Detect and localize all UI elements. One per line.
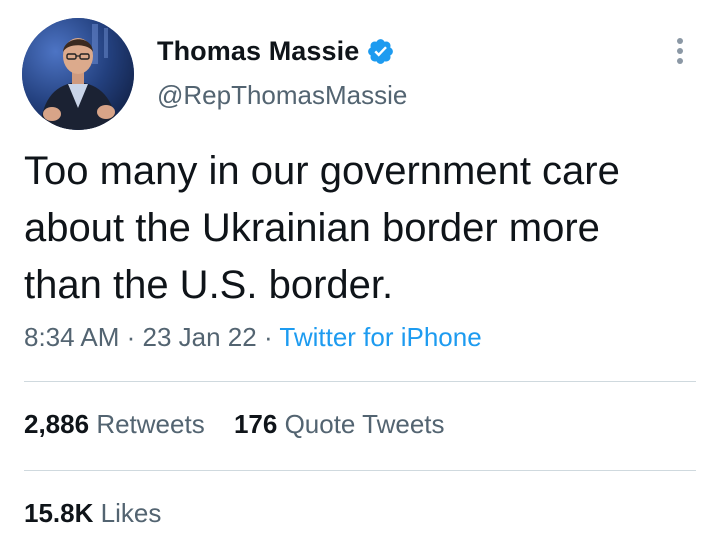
tweet-date[interactable]: 23 Jan 22 <box>143 322 257 352</box>
quote-tweets-stat[interactable]: 176 Quote Tweets <box>234 409 445 440</box>
avatar-photo <box>22 18 134 130</box>
retweets-label: Retweets <box>96 409 205 439</box>
retweets-count: 2,886 <box>24 409 90 439</box>
likes-label: Likes <box>100 498 162 528</box>
retweets-stat[interactable]: 2,886 Retweets <box>24 409 205 440</box>
author-handle[interactable]: @RepThomasMassie <box>157 80 407 111</box>
tweet-text-line: about the Ukrainian border more <box>24 206 600 250</box>
tweet-text: Too many in our government care about th… <box>24 143 704 314</box>
likes-stat[interactable]: 15.8K Likes <box>24 498 161 529</box>
meta-separator: · <box>119 322 143 352</box>
more-options-icon[interactable] <box>670 36 690 68</box>
tweet-text-line: Too many in our government care <box>24 149 620 193</box>
meta-separator: · <box>256 322 280 352</box>
divider <box>24 470 696 471</box>
tweet-metadata: 8:34 AM · 23 Jan 22 · Twitter for iPhone <box>24 322 482 353</box>
quote-tweets-count: 176 <box>233 409 278 439</box>
divider <box>24 381 696 382</box>
author-display-name[interactable]: Thomas Massie <box>157 36 359 67</box>
likes-count: 15.8K <box>24 498 94 528</box>
verified-badge-icon <box>366 37 395 66</box>
tweet-time[interactable]: 8:34 AM <box>24 322 119 352</box>
tweet-source-link[interactable]: Twitter for iPhone <box>279 322 481 352</box>
avatar[interactable] <box>22 18 134 130</box>
engagement-stats: 2,886 Retweets 176 Quote Tweets <box>24 409 467 440</box>
author-name-row[interactable]: Thomas Massie <box>157 33 395 69</box>
quote-tweets-label: Quote Tweets <box>284 409 445 439</box>
tweet-text-line: than the U.S. border. <box>24 263 394 307</box>
